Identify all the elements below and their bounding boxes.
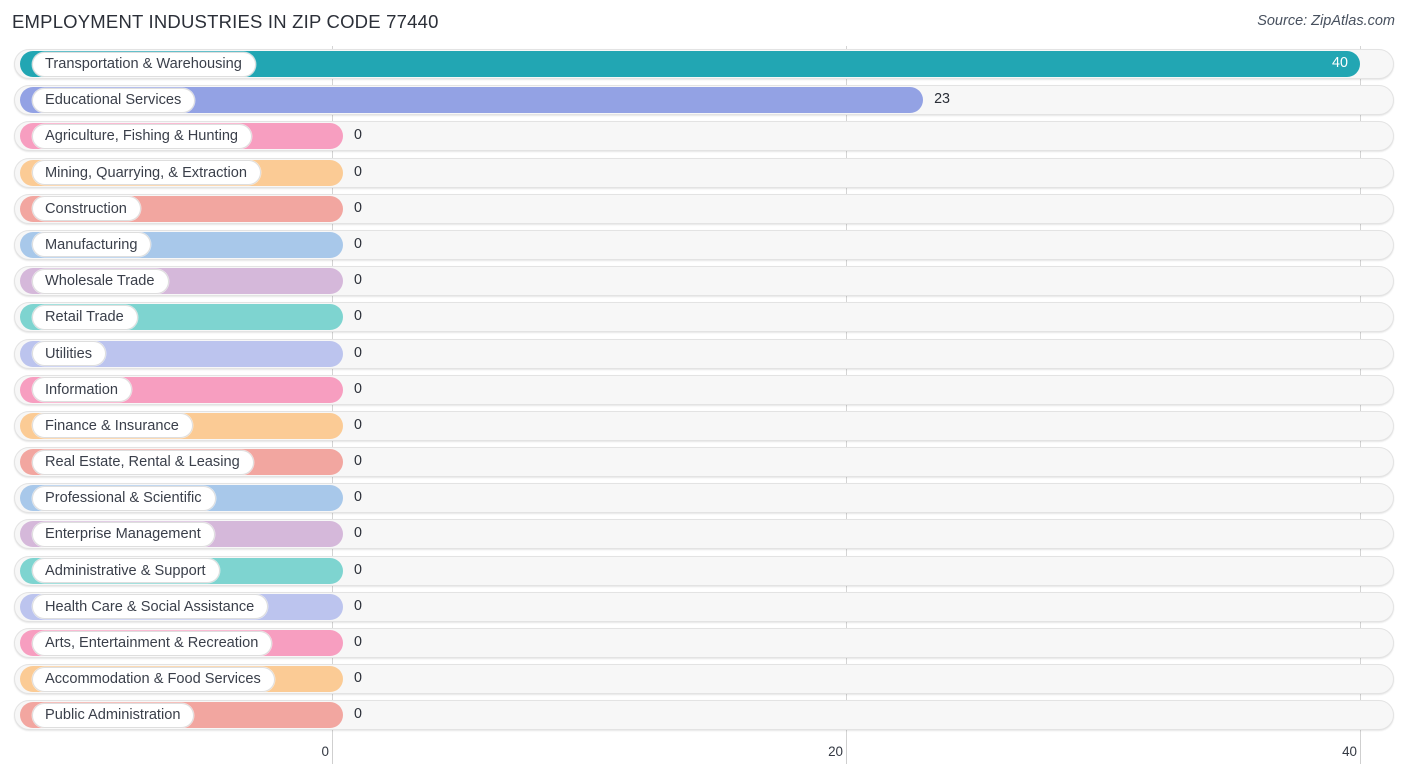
bar-row[interactable]: Arts, Entertainment & Recreation 0 [0, 625, 1406, 661]
bar-rows: Transportation & Warehousing 40 Educationa… [0, 46, 1406, 734]
bar-label: Transportation & Warehousing [32, 51, 256, 77]
bar-row[interactable]: Retail Trade 0 [0, 299, 1406, 335]
bar-value: 0 [354, 344, 362, 361]
bar-value: 0 [354, 597, 362, 614]
bar-label: Administrative & Support [32, 558, 220, 584]
bar-value: 0 [354, 706, 362, 723]
bar-label: Manufacturing [32, 232, 152, 258]
bar-label: Utilities [32, 341, 107, 366]
axis-tick-label: 0 [321, 744, 329, 759]
axis-tickline [1360, 740, 1361, 764]
bar-value: 0 [354, 308, 362, 325]
source-attribution: Source: ZipAtlas.com [1257, 13, 1395, 29]
bar-row[interactable]: Finance & Insurance 0 [0, 408, 1406, 444]
bar-value: 0 [354, 199, 362, 216]
bar-row[interactable]: Public Administration 0 [0, 697, 1406, 733]
page-title: EMPLOYMENT INDUSTRIES IN ZIP CODE 77440 [12, 11, 439, 32]
bar-value: 0 [354, 416, 362, 433]
x-axis: 0 20 40 [0, 740, 1406, 776]
axis-tickline [846, 740, 847, 764]
bar-value: 0 [354, 127, 362, 144]
bar-row[interactable]: Administrative & Support 0 [0, 553, 1406, 589]
chart-plot-area: Transportation & Warehousing 40 Educationa… [0, 46, 1406, 740]
bar-row[interactable]: Manufacturing 0 [0, 227, 1406, 263]
bar-value: 0 [354, 489, 362, 506]
bar-label: Agriculture, Fishing & Hunting [32, 123, 253, 149]
bar-label: Finance & Insurance [32, 413, 193, 439]
bar-value: 40 [1332, 55, 1348, 71]
bar-value: 0 [354, 670, 362, 687]
bar-row[interactable]: Accommodation & Food Services 0 [0, 661, 1406, 697]
bar-row[interactable]: Wholesale Trade 0 [0, 263, 1406, 299]
bar-row[interactable]: Mining, Quarrying, & Extraction 0 [0, 155, 1406, 191]
bar-value: 0 [354, 561, 362, 578]
bar-value: 0 [354, 525, 362, 542]
bar-label: Construction [32, 196, 141, 222]
bar-label: Health Care & Social Assistance [32, 594, 269, 620]
bar-value: 23 [934, 91, 950, 108]
bar-row[interactable]: Transportation & Warehousing 40 [0, 46, 1406, 82]
bar-label: Mining, Quarrying, & Extraction [32, 160, 261, 186]
axis-tick-label: 40 [1342, 744, 1357, 759]
bar-value: 0 [354, 235, 362, 252]
bar-label: Retail Trade [32, 304, 138, 330]
axis-tick-label: 20 [828, 744, 843, 759]
bar-label: Professional & Scientific [32, 485, 216, 511]
bar-row[interactable]: Professional & Scientific 0 [0, 480, 1406, 516]
bar-value: 0 [354, 380, 362, 397]
bar-row[interactable]: Construction 0 [0, 191, 1406, 227]
chart-header: EMPLOYMENT INDUSTRIES IN ZIP CODE 77440 … [0, 0, 1406, 46]
bar-label: Arts, Entertainment & Recreation [32, 630, 273, 656]
bar-row[interactable]: Health Care & Social Assistance 0 [0, 589, 1406, 625]
bar-row[interactable]: Agriculture, Fishing & Hunting 0 [0, 118, 1406, 154]
bar-row[interactable]: Real Estate, Rental & Leasing 0 [0, 444, 1406, 480]
bar-label: Public Administration [32, 702, 195, 728]
bar-row[interactable]: Information 0 [0, 372, 1406, 408]
bar-label: Accommodation & Food Services [32, 666, 275, 692]
bar-row[interactable]: Utilities 0 [0, 336, 1406, 372]
bar-label: Wholesale Trade [32, 268, 169, 294]
bar-value: 0 [354, 272, 362, 289]
bar-row[interactable]: Educational Services 23 [0, 82, 1406, 118]
bar-label: Educational Services [32, 87, 196, 113]
bar-value: 0 [354, 453, 362, 470]
bar-label: Enterprise Management [32, 521, 215, 547]
bar-value: 0 [354, 634, 362, 650]
bar-label: Real Estate, Rental & Leasing [32, 449, 254, 475]
axis-tickline [332, 740, 333, 764]
bar-row[interactable]: Enterprise Management 0 [0, 516, 1406, 552]
bar-value: 0 [354, 163, 362, 180]
bar-label: Information [32, 377, 133, 403]
